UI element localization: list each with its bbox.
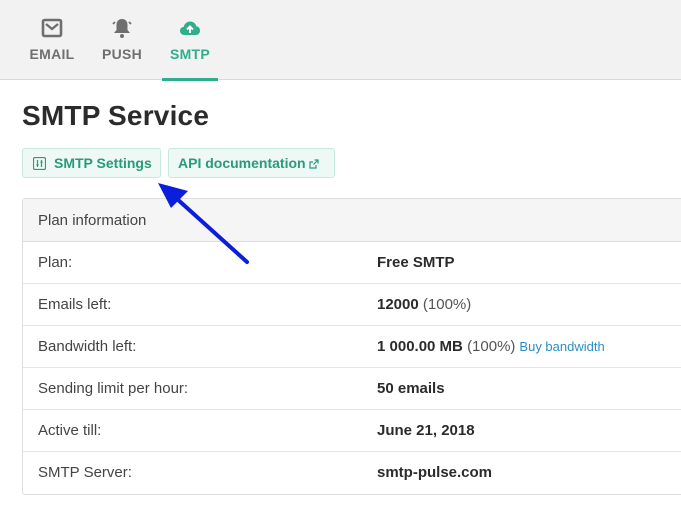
active-till-row: Active till: June 21, 2018 — [23, 410, 681, 452]
plan-information-panel: Plan information Plan: Free SMTP Emails … — [22, 198, 681, 495]
smtp-settings-label: SMTP Settings — [54, 155, 152, 171]
smtp-server-label: SMTP Server: — [38, 464, 132, 481]
emails-left-value: 12000 (100%) — [377, 296, 472, 313]
smtp-settings-button[interactable]: SMTP Settings — [22, 148, 161, 178]
plan-label: Plan: — [38, 254, 73, 271]
tab-push[interactable]: PUSH — [96, 0, 148, 80]
tab-email[interactable]: EMAIL — [22, 0, 82, 80]
emails-left-label: Emails left: — [38, 296, 112, 313]
emails-left-row: Emails left: 12000 (100%) — [23, 284, 681, 326]
active-till-value: June 21, 2018 — [377, 422, 475, 439]
tab-push-label: PUSH — [101, 46, 143, 62]
active-tab-indicator — [162, 78, 218, 81]
active-till-label: Active till: — [38, 422, 102, 439]
sliders-icon — [33, 157, 46, 170]
bandwidth-left-percent: (100%) — [467, 338, 516, 355]
bandwidth-left-value: 1 000.00 MB (100%) Buy bandwidth — [377, 338, 605, 355]
bandwidth-left-label: Bandwidth left: — [38, 338, 137, 355]
tab-smtp-label: SMTP — [169, 46, 211, 62]
tab-email-label: EMAIL — [29, 46, 75, 62]
tab-smtp[interactable]: SMTP — [162, 0, 218, 81]
sending-limit-value: 50 emails — [377, 380, 445, 397]
sending-limit-label: Sending limit per hour: — [38, 380, 189, 397]
top-navigation: EMAIL PUSH SMTP — [0, 0, 681, 81]
api-documentation-button[interactable]: API documentation — [168, 148, 335, 178]
api-documentation-label: API documentation — [178, 155, 306, 171]
panel-header: Plan information — [23, 199, 681, 242]
smtp-server-row: SMTP Server: smtp-pulse.com — [23, 452, 681, 494]
plan-value: Free SMTP — [377, 254, 455, 271]
smtp-server-value: smtp-pulse.com — [377, 464, 493, 481]
buy-bandwidth-link[interactable]: Buy bandwidth — [519, 339, 604, 354]
envelope-icon — [41, 18, 63, 38]
bell-icon — [112, 19, 132, 38]
plan-row: Plan: Free SMTP — [23, 242, 681, 284]
external-link-icon — [308, 159, 319, 169]
sending-limit-row: Sending limit per hour: 50 emails — [23, 368, 681, 410]
cloud-upload-icon — [180, 21, 200, 35]
bandwidth-left-row: Bandwidth left: 1 000.00 MB (100%) Buy ba… — [23, 326, 681, 368]
page-title: SMTP Service — [22, 100, 210, 131]
emails-left-percent: (100%) — [422, 296, 472, 313]
